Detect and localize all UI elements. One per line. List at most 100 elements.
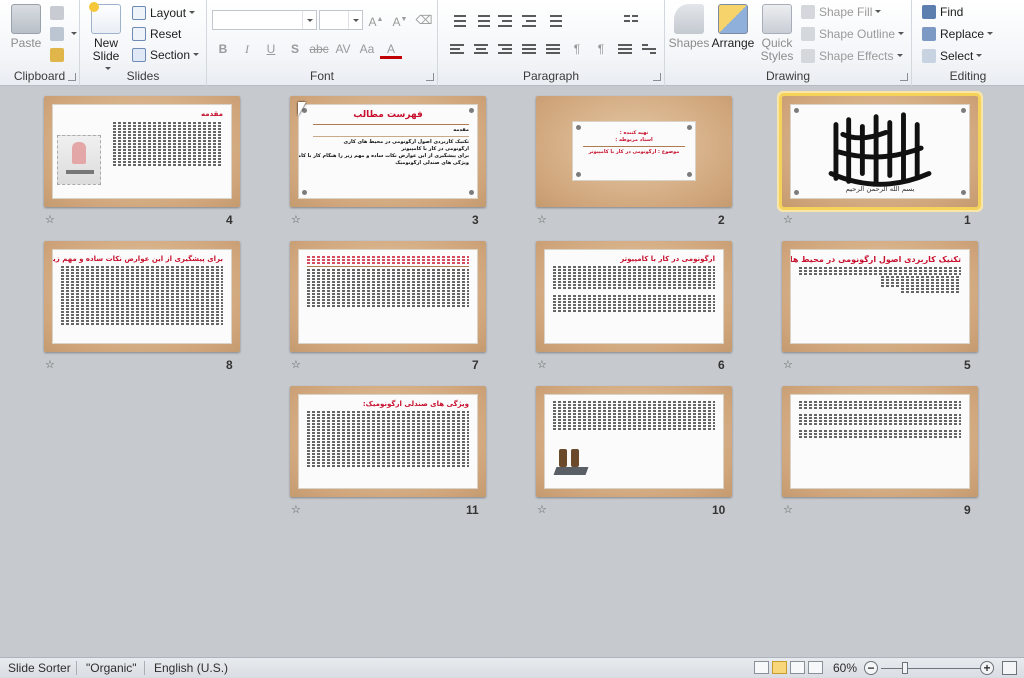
reset-button[interactable]: Reset [132, 24, 181, 44]
shape-outline-button[interactable]: Shape Outline [801, 24, 905, 44]
slide-thumbnail-6[interactable]: ارگونومی در کار با کامپیوتر [536, 241, 732, 352]
change-case-button[interactable]: Aa [356, 39, 378, 59]
slide-thumbnail-7[interactable] [290, 241, 486, 352]
clipboard-icon [11, 4, 41, 34]
smartart-icon[interactable] [638, 39, 660, 59]
align-text-icon[interactable] [614, 39, 636, 59]
zoom-out-button[interactable]: − [864, 661, 878, 675]
slide-thumbnail-9[interactable] [782, 386, 978, 497]
align-right-icon[interactable] [494, 39, 516, 59]
normal-view-button[interactable] [754, 661, 769, 674]
reset-icon [132, 27, 146, 41]
shrink-font-button[interactable]: A▼ [389, 10, 411, 30]
shape-effects-label: Shape Effects [819, 49, 894, 63]
font-color-button[interactable]: A [380, 39, 402, 59]
slide-thumbnail-8[interactable]: برای پیشگیری از این عوارض نکات ساده و مه… [44, 241, 240, 352]
distributed-icon[interactable] [542, 39, 564, 59]
slide-6-transition-icon: ☆ [537, 359, 547, 371]
reading-view-button[interactable] [790, 661, 805, 674]
align-center-icon[interactable] [470, 39, 492, 59]
paste-button[interactable]: Paste [6, 4, 46, 50]
rtl-icon[interactable]: ¶ [590, 39, 612, 59]
slide-7-number: 7 [472, 358, 479, 372]
layout-button[interactable]: Layout [132, 3, 196, 23]
ltr-icon[interactable]: ¶ [566, 39, 588, 59]
ergonomic-chair-image [57, 135, 101, 185]
slide-3-number: 3 [472, 213, 479, 227]
arrange-label: Arrange [711, 36, 755, 50]
strikethrough-button[interactable]: abc [308, 39, 330, 59]
status-theme-name[interactable]: "Organic" [86, 661, 137, 675]
font-name-combo[interactable] [212, 10, 317, 30]
cut-button[interactable] [50, 3, 68, 23]
decrease-indent-icon[interactable] [494, 10, 516, 30]
slide-thumbnail-3[interactable]: فهرست مطالب مقدمه تکنیک کاربردی اصول ارگ… [290, 96, 486, 207]
select-button[interactable]: Select [922, 46, 983, 66]
slide-thumbnail-5[interactable]: تکنیک کاربردی اصول ارگونومی در محیط های … [782, 241, 978, 352]
drawing-launcher[interactable] [900, 73, 908, 81]
format-painter-button[interactable] [50, 45, 68, 65]
ribbon: Paste Clipboard New Slide Layout Reset S… [0, 0, 1024, 86]
slide-thumbnail-1[interactable]: بسم الله الرحمن الرحیم [779, 93, 981, 210]
shape-fill-button[interactable]: Shape Fill [801, 2, 882, 22]
slide-thumbnail-4[interactable]: مقدمه [44, 96, 240, 207]
font-launcher[interactable] [426, 73, 434, 81]
shape-effects-button[interactable]: Shape Effects [801, 46, 903, 66]
slide-thumbnail-2[interactable]: تهیه کننده : استاد مربوطه : موضوع : ارگو… [536, 96, 732, 207]
numbering-icon[interactable] [470, 10, 492, 30]
slide-thumbnail-10[interactable] [536, 386, 732, 497]
increase-indent-icon[interactable] [518, 10, 540, 30]
underline-button[interactable]: U [260, 39, 282, 59]
slide-7-content [298, 249, 478, 344]
zoom-slider-track[interactable] [881, 668, 981, 669]
clear-formatting-button[interactable]: ⌫ [413, 10, 435, 30]
slide-show-button[interactable] [808, 661, 823, 674]
new-slide-icon [89, 2, 121, 34]
reset-label: Reset [150, 27, 182, 41]
slide-11-content: ویژگی های صندلی ارگونومیک: [298, 394, 478, 489]
replace-button[interactable]: Replace [922, 24, 994, 44]
copy-button[interactable] [50, 24, 77, 44]
slide-9-number: 9 [964, 503, 971, 517]
slides-group: New Slide Layout Reset Section Slides [80, 0, 207, 86]
zoom-slider-thumb[interactable] [902, 662, 908, 674]
justify-icon[interactable] [518, 39, 540, 59]
character-spacing-button[interactable]: AV [332, 39, 354, 59]
align-left-icon[interactable] [446, 39, 468, 59]
shape-fill-label: Shape Fill [819, 5, 873, 19]
paragraph-launcher[interactable] [653, 73, 661, 81]
clipboard-launcher[interactable] [68, 73, 76, 81]
line-spacing-icon[interactable] [542, 10, 564, 30]
quick-styles-button[interactable]: Quick Styles [757, 4, 797, 63]
slide-5-content: تکنیک کاربردی اصول ارگونومی در محیط های … [790, 249, 970, 344]
bold-button[interactable]: B [212, 39, 234, 59]
shapes-button[interactable]: Shapes [668, 4, 710, 50]
new-slide-button[interactable]: New Slide [86, 2, 126, 76]
slide-thumbnail-11[interactable]: ویژگی های صندلی ارگونومیک: [290, 386, 486, 497]
slide-3-item-2: تکنیک کاربردی اصول ارگونومی در محیط های … [343, 139, 469, 145]
section-button[interactable]: Section [132, 45, 200, 65]
arrange-button[interactable]: Arrange [711, 4, 755, 50]
find-button[interactable]: Find [922, 2, 963, 22]
status-language[interactable]: English (U.S.) [154, 661, 228, 675]
bullets-icon[interactable] [446, 10, 468, 30]
slide-6-title: ارگونومی در کار با کامپیوتر [620, 255, 715, 263]
font-size-combo[interactable] [319, 10, 363, 30]
slide-8-number: 8 [226, 358, 233, 372]
slide-6-number: 6 [718, 358, 725, 372]
paragraph-group-label: Paragraph [522, 69, 580, 83]
editing-group-label: Editing [949, 69, 987, 83]
replace-label: Replace [940, 27, 985, 41]
shadow-button[interactable]: S [284, 39, 306, 59]
scissors-icon [50, 6, 64, 20]
zoom-level[interactable]: 60% [833, 661, 857, 675]
zoom-in-button[interactable]: + [980, 661, 994, 675]
grow-font-button[interactable]: A▲ [365, 10, 387, 30]
italic-button[interactable]: I [236, 39, 258, 59]
columns-icon[interactable] [620, 10, 642, 30]
fit-to-window-icon[interactable] [1002, 661, 1017, 675]
slide-10-transition-icon: ☆ [537, 504, 547, 516]
slide-sorter-pane[interactable]: مقدمه ☆ 4 فهرست مطالب مقدمه تکنیک کاربرد… [0, 87, 1024, 657]
slide-sorter-view-button[interactable] [772, 661, 787, 674]
slides-group-label: Slides [126, 69, 160, 83]
